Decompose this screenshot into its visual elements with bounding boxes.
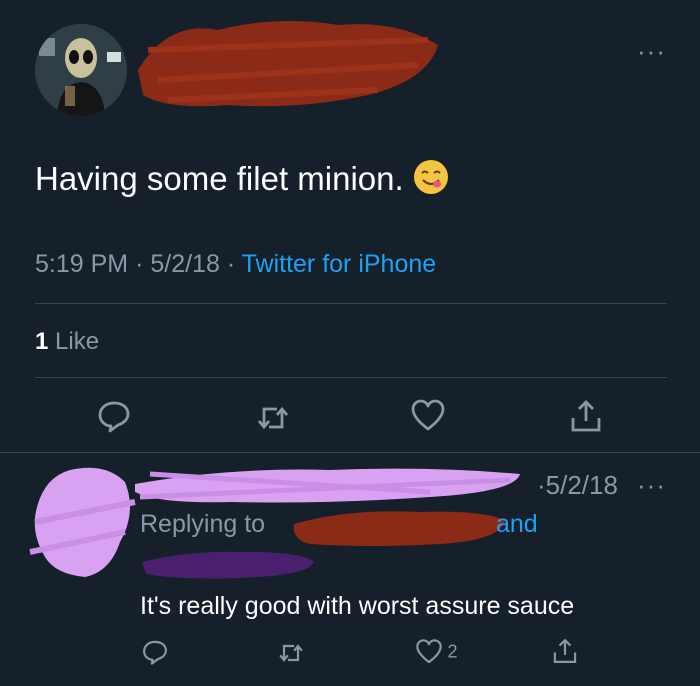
replying-to-line: Replying to xyxy=(140,510,265,539)
reply-like-count: 2 xyxy=(447,641,458,662)
tweet-source-link[interactable]: Twitter for iPhone xyxy=(242,250,437,278)
replying-to-label: Replying to xyxy=(140,510,266,538)
redacted-mention-scribble xyxy=(293,511,505,546)
like-label: Like xyxy=(55,328,100,355)
redacted-avatar-scribble xyxy=(29,467,136,577)
reply-text: It's really good with worst assure sauce xyxy=(140,592,575,620)
divider xyxy=(35,303,667,304)
tweet-date: 5/2/18 xyxy=(150,250,220,278)
reply-more-options-button[interactable]: ··· xyxy=(637,472,666,498)
reply-date: ·5/2/18 xyxy=(537,470,618,500)
reply-like-button[interactable]: 2 xyxy=(415,638,457,666)
reply-mention-and: and xyxy=(496,510,538,539)
avatar[interactable] xyxy=(35,24,127,116)
divider xyxy=(35,377,667,378)
reply-icon[interactable] xyxy=(141,638,169,666)
share-icon[interactable] xyxy=(551,637,579,665)
tweet-time: 5:19 PM xyxy=(35,250,129,278)
redacted-name-scribble xyxy=(138,21,438,107)
share-icon[interactable] xyxy=(568,398,604,434)
meta-separator: · xyxy=(226,250,236,278)
retweet-icon[interactable] xyxy=(277,639,305,667)
redacted-username-scribble xyxy=(135,468,520,503)
meta-separator: · xyxy=(135,250,144,278)
tweet-text-row: Having some filet minion. xyxy=(35,160,448,198)
tweet-meta: 5:19 PM · 5/2/18 · Twitter for iPhone xyxy=(35,250,436,279)
section-divider xyxy=(0,452,700,453)
like-icon[interactable] xyxy=(410,398,446,434)
and-label: and xyxy=(496,510,538,538)
retweet-icon[interactable] xyxy=(255,400,291,436)
like-count: 1 xyxy=(35,328,49,355)
reply-icon[interactable] xyxy=(96,398,132,434)
tweet-text: Having some filet minion. xyxy=(35,160,404,197)
redacted-mention-scribble-2 xyxy=(142,551,314,579)
likes-summary[interactable]: 1 Like xyxy=(35,328,99,356)
yum-face-emoji-icon xyxy=(413,160,448,194)
more-options-button[interactable]: ··· xyxy=(637,38,666,64)
like-icon xyxy=(416,639,442,664)
